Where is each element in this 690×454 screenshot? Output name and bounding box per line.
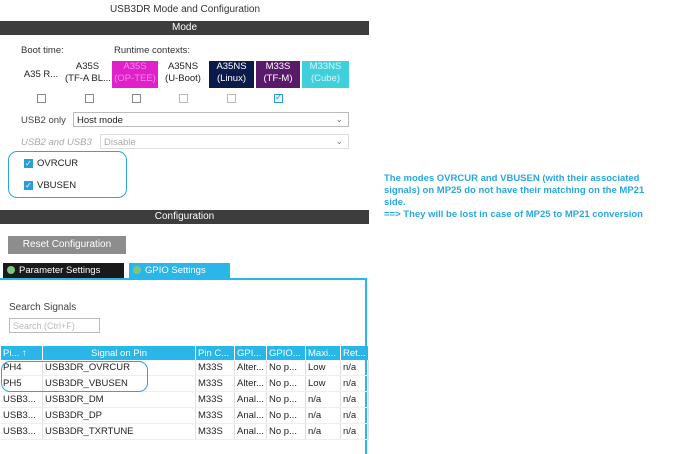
usb2-only-label: USB2 only: [21, 115, 66, 126]
context-label: M33S: [265, 61, 291, 72]
table-row[interactable]: USB3... USB3DR_DP M33S Anal... No p... n/a n/a: [1, 407, 369, 424]
search-signals-label: Search Signals: [9, 302, 77, 313]
table-cell: No p...: [266, 360, 306, 376]
table-cell: USB3...: [1, 391, 43, 408]
context-label: (U-Boot): [165, 73, 201, 84]
configuration-section-header: Configuration: [0, 210, 369, 224]
highlight-mode-annotation: [8, 151, 127, 198]
column-header-retention[interactable]: Ret...: [340, 346, 369, 360]
context-label: A35NS: [216, 61, 247, 72]
table-cell: n/a: [340, 407, 369, 424]
table-cell: No p...: [266, 423, 306, 440]
table-cell: n/a: [340, 391, 369, 408]
status-dot-icon: [7, 266, 15, 274]
context-column: A35NS (U-Boot): [160, 61, 206, 88]
table-cell: Alter...: [234, 360, 267, 376]
sort-up-icon: ↑: [22, 347, 27, 359]
table-row[interactable]: USB3... USB3DR_DM M33S Anal... No p... n/a n/a: [1, 391, 369, 408]
context-label: A35S: [75, 61, 100, 72]
context-label: (TF-M): [263, 73, 293, 84]
context-checkbox[interactable]: [227, 94, 236, 103]
table-cell: n/a: [305, 391, 341, 408]
table-cell: No p...: [266, 375, 306, 392]
chevron-down-icon: ⌄: [335, 114, 343, 124]
table-cell: USB3DR_DP: [42, 407, 196, 424]
context-checkbox[interactable]: [274, 92, 283, 103]
table-cell: M33S: [195, 423, 235, 440]
context-column: A35 R...: [19, 61, 63, 88]
tab-parameter-settings[interactable]: Parameter Settings: [3, 263, 124, 278]
annotation-line: The modes OVRCUR and VBUSEN (with their …: [384, 173, 640, 184]
table-cell: M33S: [195, 375, 235, 392]
table-cell: Anal...: [234, 391, 267, 408]
context-label: (Cube): [310, 73, 341, 84]
column-header-gpio-mode[interactable]: GPI...: [234, 346, 267, 360]
boot-time-label: Boot time:: [21, 45, 64, 56]
context-checkbox[interactable]: [179, 94, 188, 103]
column-header-max-speed[interactable]: Maxi...: [305, 346, 341, 360]
table-cell: n/a: [305, 423, 341, 440]
table-cell: Low: [305, 375, 341, 392]
table-cell: M33S: [195, 360, 235, 376]
table-cell: USB3...: [1, 423, 43, 440]
reset-configuration-button[interactable]: Reset Configuration: [8, 236, 126, 254]
context-label: (TF-A BL...: [65, 73, 110, 84]
context-label: M33NS: [309, 61, 342, 72]
table-cell: No p...: [266, 391, 306, 408]
tab-gpio-settings[interactable]: GPIO Settings: [129, 263, 230, 278]
context-label: A35S: [123, 61, 147, 72]
context-column: A35S (OP-TEE): [112, 61, 158, 88]
usb2-usb3-select[interactable]: Disable ⌄: [100, 134, 349, 149]
column-header-gpio-pull[interactable]: GPIO...: [266, 346, 306, 360]
table-cell: M33S: [195, 391, 235, 408]
context-label: A35 R...: [23, 69, 59, 80]
window-title: USB3DR Mode and Configuration: [109, 4, 261, 15]
table-cell: USB3DR_TXRTUNE: [42, 423, 196, 440]
column-header-pin-context[interactable]: Pin C...: [195, 346, 235, 360]
column-header-signal[interactable]: Signal on Pin: [42, 346, 196, 360]
annotation-line: ==> They will be lost in case of MP25 to…: [384, 209, 643, 220]
tab-label: GPIO Settings: [145, 265, 206, 276]
context-column: A35S (TF-A BL...: [65, 61, 110, 88]
annotation-line: side.: [384, 197, 406, 208]
table-cell: n/a: [340, 360, 369, 376]
annotation-line: signals) on MP25 do not have their match…: [384, 185, 645, 196]
table-row[interactable]: USB3... USB3DR_TXRTUNE M33S Anal... No p... n…: [1, 423, 369, 440]
table-cell: n/a: [340, 375, 369, 392]
table-cell: n/a: [340, 423, 369, 440]
context-label: (Linux): [216, 73, 247, 84]
context-checkbox[interactable]: [85, 94, 94, 103]
status-dot-icon: [133, 266, 141, 274]
context-label: (OP-TEE): [114, 73, 156, 84]
context-column: M33NS (Cube): [302, 61, 349, 88]
usb2-usb3-label: USB2 and USB3: [21, 137, 92, 148]
mode-section-header: Mode: [0, 21, 369, 35]
runtime-contexts-label: Runtime contexts:: [114, 45, 191, 56]
table-cell: Alter...: [234, 375, 267, 392]
search-input[interactable]: Search (Ctrl+F): [9, 318, 100, 333]
chevron-down-icon: ⌄: [335, 136, 343, 146]
usb2-only-value: Host mode: [77, 115, 123, 126]
table-cell: No p...: [266, 407, 306, 424]
table-cell: USB3DR_DM: [42, 391, 196, 408]
annotation-note: The modes OVRCUR and VBUSEN (with their …: [384, 173, 684, 221]
table-cell: Low: [305, 360, 341, 376]
table-header-row: Pi... ↑ Signal on Pin Pin C... GPI... GP…: [1, 346, 369, 360]
table-cell: USB3...: [1, 407, 43, 424]
context-checkbox[interactable]: [37, 94, 46, 103]
table-cell: Anal...: [234, 423, 267, 440]
usb2-only-select[interactable]: Host mode ⌄: [73, 112, 349, 127]
tab-label: Parameter Settings: [19, 265, 101, 276]
highlight-signals-annotation: [1, 361, 148, 392]
table-cell: Anal...: [234, 407, 267, 424]
column-header-pin[interactable]: Pi... ↑: [1, 346, 43, 360]
table-cell: M33S: [195, 407, 235, 424]
table-cell: n/a: [305, 407, 341, 424]
context-label: A35NS: [167, 61, 199, 72]
context-column: M33S (TF-M): [256, 61, 300, 88]
context-checkbox[interactable]: [132, 94, 141, 103]
usb2-usb3-value: Disable: [104, 137, 136, 148]
context-column: A35NS (Linux): [209, 61, 254, 88]
